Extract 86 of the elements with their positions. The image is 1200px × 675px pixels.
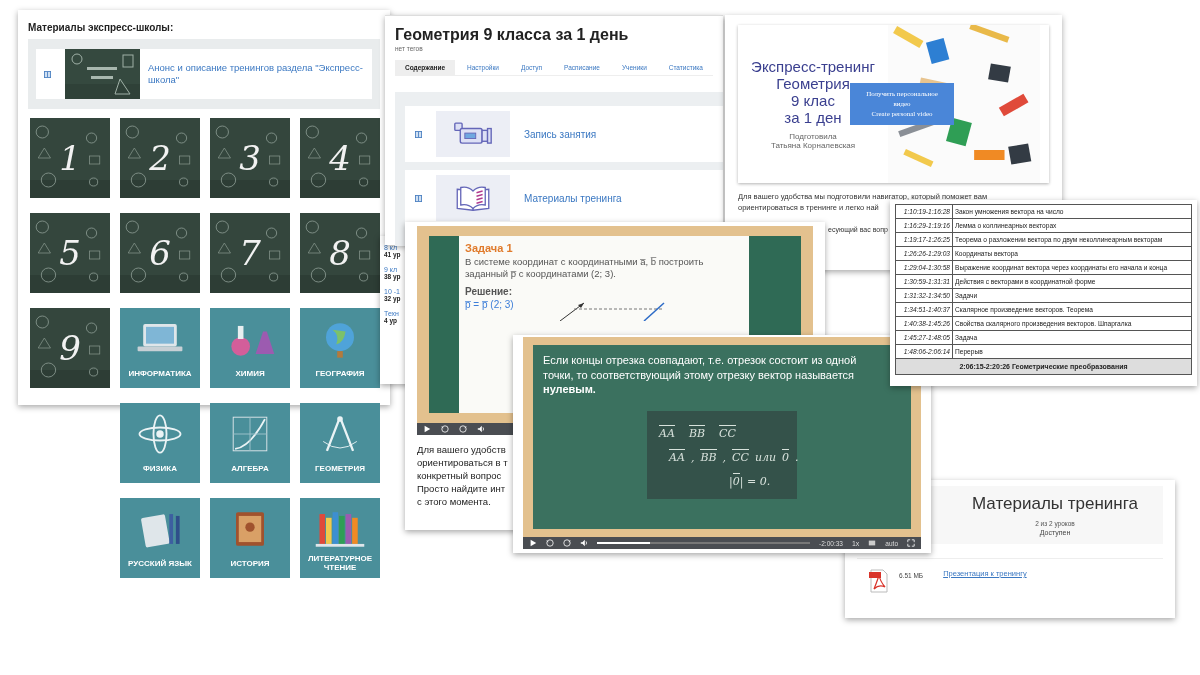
subject-tile[interactable]: ГЕОМЕТРИЯ [300, 403, 380, 483]
subject-tile[interactable]: ИНФОРМАТИКА [120, 308, 200, 388]
tile-number: 4 [329, 138, 351, 178]
navigator-text-line: с этого момента. [417, 495, 491, 508]
forward-icon[interactable] [459, 425, 467, 433]
chalk-formula: BB [688, 424, 706, 440]
solution-formula: p̅ = p̅ (2; 3) [465, 298, 514, 312]
chalk-formula: AA [669, 448, 685, 464]
volume-icon[interactable] [580, 539, 588, 547]
volume-icon[interactable] [477, 425, 485, 433]
chalk-formula: . [795, 450, 799, 464]
subject-label: ИСТОРИЯ [230, 557, 270, 570]
fullscreen-icon[interactable] [907, 539, 915, 547]
play-icon[interactable] [423, 425, 431, 433]
subject-label: ГЕОГРАФИЯ [315, 367, 365, 380]
chalkboard-tile[interactable]: 3 [210, 118, 290, 198]
task-statement: В системе координат с координатными a̅, b̅ построить заданный p̅ с координатами (2; 3). [465, 256, 705, 280]
tile-number: 5 [59, 233, 81, 273]
task-heading: Задача 1 [465, 242, 514, 254]
chalk-formula: AA [659, 424, 675, 440]
tile-number: 9 [59, 328, 81, 368]
chalk-formula: 0 [782, 448, 790, 464]
slide-title-line: за 1 ден [784, 109, 842, 126]
announce-link[interactable]: Анонс и описание тренингов раздела "Экспресс-школа" [148, 62, 364, 86]
chalk-formula: 0 [732, 472, 740, 488]
slide-title-line: Геометрия [776, 75, 850, 92]
solution-label: Решение: [465, 286, 513, 297]
chalkboard-tile[interactable]: 4 [300, 118, 380, 198]
chalkboard-tile[interactable]: 8 [300, 213, 380, 293]
forward-icon[interactable] [563, 539, 571, 547]
chalk-formula: CC [719, 424, 736, 440]
chalkboard-tile[interactable]: 7 [210, 213, 290, 293]
chalk-formula: CC [732, 448, 749, 464]
materials-title: Материалы тренинга [972, 494, 1138, 514]
navigator-text-line: Для вашего удобств [417, 443, 506, 456]
subject-tile[interactable]: РУССКИЙ ЯЗЫК [120, 498, 200, 578]
section-title: Материалы экспресс-школы: [28, 22, 175, 33]
lesson-link[interactable]: Запись занятия [524, 128, 597, 140]
subject-label: ФИЗИКА [143, 462, 177, 475]
navigator-text-line: Просто найдите инт [417, 482, 506, 495]
list-icon [415, 130, 422, 138]
tile-number: 1 [59, 138, 81, 178]
tile-number: 3 [239, 138, 261, 178]
chalk-formula: BB [700, 448, 717, 464]
subject-tile[interactable]: ЛИТЕРАТУРНОЕ ЧТЕНИЕ [300, 498, 380, 578]
list-icon [44, 70, 51, 78]
slide-title-line: Экспресс-тренинг [751, 58, 875, 75]
rewind-icon[interactable] [546, 539, 554, 547]
chalk-formula: , [690, 450, 695, 464]
definition-text: Если концы отрезка совпадают, т.е. отрезок состоит из одной точки, то соответствующий этому отрезку вектор называется нулевым. [542, 353, 858, 397]
subtitles-icon[interactable] [868, 539, 877, 547]
chalk-formula: | = 0. [739, 474, 771, 488]
pdf-file-icon [869, 569, 889, 593]
chalkboard-tile[interactable]: 9 [30, 308, 110, 388]
subject-tile[interactable]: ГЕОГРАФИЯ [300, 308, 380, 388]
tile-number: 2 [149, 138, 171, 178]
subject-tile[interactable]: ФИЗИКА [120, 403, 200, 483]
lesson-card[interactable]: Запись занятия [405, 106, 723, 162]
chalk-formula: , [722, 450, 727, 464]
chalkboard-tile[interactable]: 2 [120, 118, 200, 198]
subject-label: ЛИТЕРАТУРНОЕ ЧТЕНИЕ [306, 554, 374, 572]
chalkboard-tile[interactable]: 6 [120, 213, 200, 293]
chalkboard-tile[interactable]: 5 [30, 213, 110, 293]
chalkboard-tile[interactable]: 1 [30, 118, 110, 198]
play-icon[interactable] [529, 539, 537, 547]
tile-number: 8 [329, 233, 351, 273]
tile-number: 7 [239, 233, 261, 273]
chalk-formula: или [754, 450, 777, 464]
slide-author: Подготовила Татьяна Корналевская [770, 132, 856, 150]
lesson-link[interactable]: Материалы тренинга [524, 192, 622, 204]
subject-label: РУССКИЙ ЯЗЫК [128, 557, 192, 570]
subject-label: ХИМИЯ [235, 367, 265, 380]
subject-tile[interactable]: ХИМИЯ [210, 308, 290, 388]
chalk-formula: | [729, 474, 733, 488]
rewind-icon[interactable] [441, 425, 449, 433]
navigator-text-line: конкретный вопрос [417, 469, 502, 482]
subject-label: ГЕОМЕТРИЯ [315, 462, 365, 475]
subject-tile[interactable]: ИСТОРИЯ [210, 498, 290, 578]
list-icon [415, 194, 422, 202]
subject-label: АЛГЕБРА [231, 462, 269, 475]
subject-tile[interactable]: АЛГЕБРА [210, 403, 290, 483]
navigator-text-line: ориентироваться в т [417, 456, 508, 469]
course-title: Геометрия 9 класса за 1 день [395, 26, 630, 44]
subject-label: ИНФОРМАТИКА [128, 367, 192, 380]
tile-number: 6 [149, 233, 171, 273]
slide-title-line: 9 клас [791, 92, 835, 109]
